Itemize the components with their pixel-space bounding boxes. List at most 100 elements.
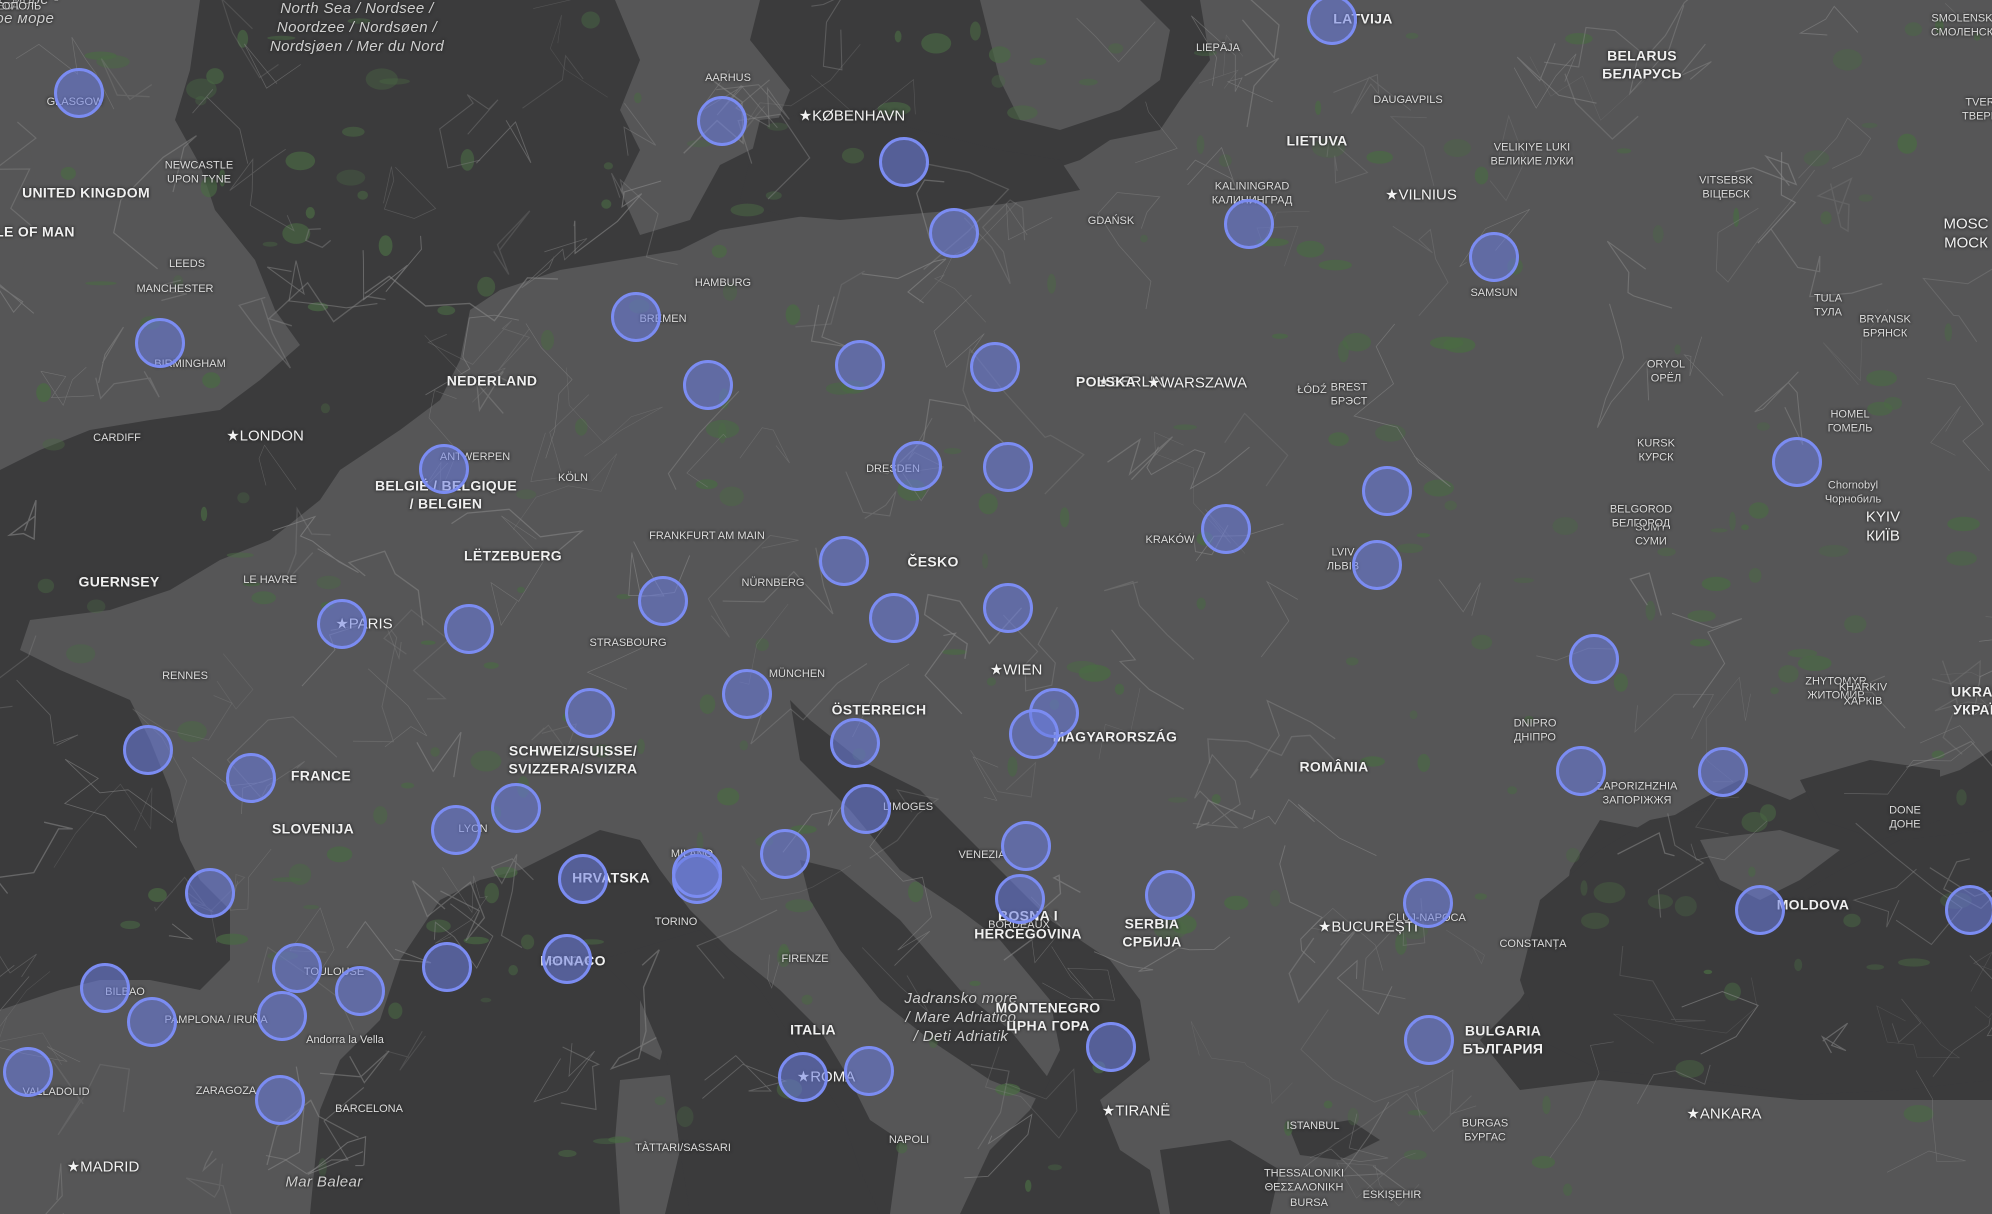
location-marker[interactable] xyxy=(1201,504,1251,554)
location-marker[interactable] xyxy=(1001,821,1051,871)
location-marker[interactable] xyxy=(1086,1022,1136,1072)
forest-patch xyxy=(695,479,718,490)
location-marker[interactable] xyxy=(1145,870,1195,920)
location-marker[interactable] xyxy=(1404,1015,1454,1065)
forest-patch xyxy=(1416,533,1431,538)
location-marker[interactable] xyxy=(431,805,481,855)
location-marker[interactable] xyxy=(929,208,979,258)
forest-patch xyxy=(634,92,642,104)
forest-patch xyxy=(1059,507,1070,528)
location-marker[interactable] xyxy=(835,340,885,390)
location-marker[interactable] xyxy=(127,997,177,1047)
forest-patch xyxy=(995,1083,1021,1096)
location-marker[interactable] xyxy=(1569,634,1619,684)
forest-patch xyxy=(1866,370,1897,387)
location-marker[interactable] xyxy=(760,829,810,879)
forest-patch xyxy=(1224,895,1249,911)
location-marker[interactable] xyxy=(565,688,615,738)
forest-patch xyxy=(1897,133,1917,154)
forest-patch xyxy=(717,787,740,806)
forest-patch xyxy=(66,644,96,664)
location-marker[interactable] xyxy=(80,963,130,1013)
forest-patch xyxy=(1552,517,1578,535)
forest-patch xyxy=(1898,958,1930,967)
location-marker[interactable] xyxy=(185,868,235,918)
forest-patch xyxy=(1114,683,1125,695)
location-marker[interactable] xyxy=(1352,540,1402,590)
location-marker[interactable] xyxy=(1735,885,1785,935)
forest-patch xyxy=(1794,958,1803,972)
forest-patch xyxy=(1342,332,1372,352)
location-marker[interactable] xyxy=(542,934,592,984)
location-marker[interactable] xyxy=(123,725,173,775)
forest-patch xyxy=(251,591,276,605)
location-marker[interactable] xyxy=(970,342,1020,392)
location-marker[interactable] xyxy=(1772,437,1822,487)
location-marker[interactable] xyxy=(983,583,1033,633)
location-marker[interactable] xyxy=(869,593,919,643)
forest-patch xyxy=(1395,933,1407,955)
forest-patch xyxy=(262,241,278,247)
location-marker[interactable] xyxy=(830,718,880,768)
location-marker[interactable] xyxy=(491,783,541,833)
location-marker[interactable] xyxy=(844,1046,894,1096)
location-marker[interactable] xyxy=(995,874,1045,924)
location-marker[interactable] xyxy=(1224,199,1274,249)
forest-patch xyxy=(988,46,1011,64)
forest-patch xyxy=(558,1149,577,1158)
location-marker[interactable] xyxy=(54,68,104,118)
forest-patch xyxy=(1360,756,1385,767)
forest-patch xyxy=(1417,753,1431,772)
location-marker[interactable] xyxy=(778,1052,828,1102)
location-marker[interactable] xyxy=(879,137,929,187)
map-canvas[interactable]: North Sea / Nordsee / Noordzee / Nordsøen… xyxy=(0,0,1992,1214)
location-marker[interactable] xyxy=(272,943,322,993)
forest-patch xyxy=(1284,1120,1293,1136)
location-marker[interactable] xyxy=(3,1047,53,1097)
location-marker[interactable] xyxy=(892,441,942,491)
forest-patch xyxy=(120,920,141,930)
location-marker[interactable] xyxy=(1698,747,1748,797)
location-marker[interactable] xyxy=(135,318,185,368)
forest-patch xyxy=(943,448,962,455)
forest-patch xyxy=(1935,18,1944,34)
forest-patch xyxy=(508,965,518,976)
forest-patch xyxy=(1818,544,1849,557)
forest-patch xyxy=(303,904,319,910)
location-marker[interactable] xyxy=(819,536,869,586)
forest-patch xyxy=(1797,655,1832,671)
location-marker[interactable] xyxy=(722,669,772,719)
location-marker[interactable] xyxy=(226,753,276,803)
location-marker[interactable] xyxy=(419,444,469,494)
location-marker[interactable] xyxy=(841,784,891,834)
forest-patch xyxy=(593,1138,621,1145)
location-marker[interactable] xyxy=(257,991,307,1041)
location-marker[interactable] xyxy=(1403,878,1453,928)
location-marker[interactable] xyxy=(1362,466,1412,516)
location-marker[interactable] xyxy=(697,96,747,146)
location-marker[interactable] xyxy=(1556,746,1606,796)
location-marker[interactable] xyxy=(611,292,661,342)
forest-patch xyxy=(1690,638,1711,647)
forest-patch xyxy=(575,418,588,436)
forest-patch xyxy=(581,11,600,29)
location-marker[interactable] xyxy=(422,942,472,992)
location-marker[interactable] xyxy=(672,848,722,898)
location-marker[interactable] xyxy=(1009,709,1059,759)
forest-patch xyxy=(711,244,727,258)
location-marker[interactable] xyxy=(683,360,733,410)
location-marker[interactable] xyxy=(983,442,1033,492)
forest-patch xyxy=(420,640,436,645)
forest-patch xyxy=(1269,889,1281,907)
location-marker[interactable] xyxy=(335,966,385,1016)
location-marker[interactable] xyxy=(317,599,367,649)
location-marker[interactable] xyxy=(1945,885,1992,935)
location-marker[interactable] xyxy=(558,854,608,904)
forest-patch xyxy=(1748,502,1769,519)
forest-patch xyxy=(1315,100,1322,116)
location-marker[interactable] xyxy=(1469,232,1519,282)
location-marker[interactable] xyxy=(638,576,688,626)
forest-patch xyxy=(219,169,226,187)
location-marker[interactable] xyxy=(255,1075,305,1125)
location-marker[interactable] xyxy=(444,604,494,654)
